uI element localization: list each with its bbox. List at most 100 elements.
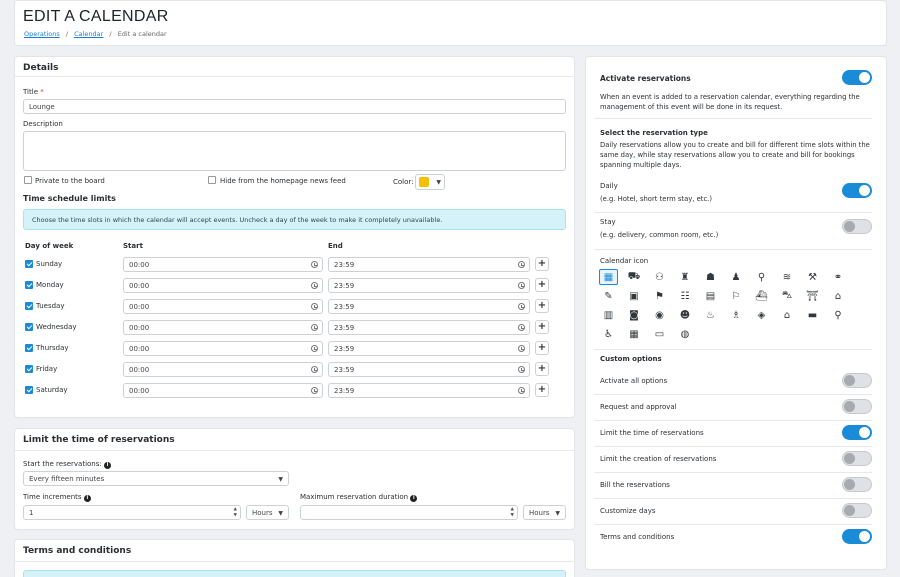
clock-icon[interactable] — [311, 303, 318, 310]
add-time-slot-button[interactable]: + — [535, 383, 549, 397]
add-time-slot-button[interactable]: + — [535, 341, 549, 355]
stepper-icon[interactable]: ▲ ▼ — [511, 507, 514, 518]
start-time-input[interactable]: 00:00 — [123, 299, 323, 314]
option-toggle[interactable] — [842, 477, 872, 492]
max-duration-input[interactable]: ▲ ▼ — [300, 505, 518, 520]
day-checkbox-monday[interactable] — [25, 281, 33, 289]
color-picker[interactable]: ▼ — [415, 174, 445, 190]
end-time-input[interactable]: 23:59 — [328, 320, 530, 335]
people-carry-icon[interactable]: ⚇ — [650, 269, 669, 285]
start-time-input[interactable]: 00:00 — [123, 383, 323, 398]
home-icon[interactable]: ⌂ — [778, 307, 797, 323]
projector-icon[interactable]: ◙ — [625, 307, 644, 323]
add-time-slot-button[interactable]: + — [535, 362, 549, 376]
running-icon[interactable]: ⚲ — [752, 269, 771, 285]
option-toggle[interactable] — [842, 425, 872, 440]
breadcrumb-operations-link[interactable]: Operations — [24, 30, 60, 38]
gift-icon[interactable]: ⚑ — [650, 288, 669, 304]
clock-icon[interactable] — [518, 345, 525, 352]
clock-icon[interactable] — [518, 366, 525, 373]
day-checkbox-saturday[interactable] — [25, 386, 33, 394]
clock-icon[interactable] — [518, 303, 525, 310]
clipboard-icon[interactable]: ▤ — [701, 288, 720, 304]
clock-icon[interactable] — [311, 261, 318, 268]
grill-icon[interactable]: ♨ — [701, 307, 720, 323]
dolly-icon[interactable]: ⛴ — [752, 288, 771, 304]
day-checkbox-friday[interactable] — [25, 365, 33, 373]
title-input[interactable]: Lounge — [23, 99, 566, 114]
parking-icon[interactable]: ▥ — [599, 307, 618, 323]
stepper-icon[interactable]: ▲ ▼ — [234, 507, 237, 518]
end-time-input[interactable]: 23:59 — [328, 383, 530, 398]
users-icon[interactable]: ☻ — [676, 307, 695, 323]
garage-car-icon[interactable]: ⌂ — [829, 288, 848, 304]
stay-toggle[interactable] — [842, 219, 872, 234]
start-time-input[interactable]: 00:00 — [123, 257, 323, 272]
flag-icon[interactable]: ⚐ — [727, 288, 746, 304]
bicycle-icon[interactable]: ⚭ — [829, 269, 848, 285]
day-checkbox-thursday[interactable] — [25, 344, 33, 352]
birthday-cake-icon[interactable]: ♗ — [727, 307, 746, 323]
clipboard-list-icon[interactable]: ☷ — [676, 288, 695, 304]
clock-icon[interactable] — [311, 324, 318, 331]
book-reader-icon[interactable]: ✎ — [599, 288, 618, 304]
description-textarea[interactable] — [23, 131, 566, 171]
stage-icon[interactable]: ▭ — [650, 326, 669, 342]
bowling-icon[interactable]: ♟ — [727, 269, 746, 285]
clock-icon[interactable] — [518, 282, 525, 289]
clock-icon[interactable] — [311, 345, 318, 352]
concierge-icon[interactable]: ☗ — [701, 269, 720, 285]
option-toggle[interactable] — [842, 529, 872, 544]
warehouse-icon[interactable]: ▦ — [625, 326, 644, 342]
option-toggle[interactable] — [842, 373, 872, 388]
end-time-input[interactable]: 23:59 — [328, 362, 530, 377]
start-time-input[interactable]: 00:00 — [123, 341, 323, 356]
clock-icon[interactable] — [518, 387, 525, 394]
end-time-input[interactable]: 23:59 — [328, 299, 530, 314]
box-icon[interactable]: ▣ — [625, 288, 644, 304]
start-time-input[interactable]: 00:00 — [123, 278, 323, 293]
car-icon[interactable]: ⛍ — [778, 288, 797, 304]
option-toggle[interactable] — [842, 503, 872, 518]
add-time-slot-button[interactable]: + — [535, 257, 549, 271]
dumbbell-icon[interactable]: ⚒ — [803, 269, 822, 285]
clock-icon[interactable] — [518, 261, 525, 268]
start-reservations-select[interactable]: Every fifteen minutes ▼ — [23, 471, 289, 486]
activate-reservations-toggle[interactable] — [842, 70, 872, 85]
start-time-input[interactable]: 00:00 — [123, 362, 323, 377]
increments-input[interactable]: 1 ▲ ▼ — [23, 505, 241, 520]
daily-toggle[interactable] — [842, 183, 872, 198]
increments-unit-select[interactable]: Hours ▼ — [246, 505, 289, 520]
option-toggle[interactable] — [842, 399, 872, 414]
truck-icon[interactable]: ⛟ — [625, 269, 644, 285]
add-time-slot-button[interactable]: + — [535, 299, 549, 313]
end-time-input[interactable]: 23:59 — [328, 278, 530, 293]
clock-icon[interactable] — [518, 324, 525, 331]
breadcrumb-calendar-link[interactable]: Calendar — [74, 30, 103, 38]
day-checkbox-sunday[interactable] — [25, 260, 33, 268]
wheelchair-icon[interactable]: ♿ — [599, 326, 618, 342]
person-luggage-icon[interactable]: ♜ — [676, 269, 695, 285]
calendar-check-icon[interactable]: ▦ — [599, 269, 618, 285]
torii-gate-icon[interactable]: ⛩ — [803, 288, 822, 304]
toys-icon[interactable]: ◈ — [752, 307, 771, 323]
private-checkbox[interactable] — [24, 176, 32, 184]
hide-news-checkbox[interactable] — [208, 176, 216, 184]
map-marker-icon[interactable]: ⚲ — [829, 307, 848, 323]
day-checkbox-tuesday[interactable] — [25, 302, 33, 310]
end-time-input[interactable]: 23:59 — [328, 257, 530, 272]
bed-icon[interactable]: ▬ — [803, 307, 822, 323]
clock-icon[interactable] — [311, 366, 318, 373]
option-toggle[interactable] — [842, 451, 872, 466]
max-duration-unit-select[interactable]: Hours ▼ — [523, 505, 566, 520]
end-time-input[interactable]: 23:59 — [328, 341, 530, 356]
add-time-slot-button[interactable]: + — [535, 320, 549, 334]
add-time-slot-button[interactable]: + — [535, 278, 549, 292]
clock-icon[interactable] — [311, 387, 318, 394]
start-time-input[interactable]: 00:00 — [123, 320, 323, 335]
binoculars-icon[interactable]: ◉ — [650, 307, 669, 323]
swimmer-icon[interactable]: ≋ — [778, 269, 797, 285]
gamepad-icon[interactable]: ◍ — [676, 326, 695, 342]
clock-icon[interactable] — [311, 282, 318, 289]
day-checkbox-wednesday[interactable] — [25, 323, 33, 331]
